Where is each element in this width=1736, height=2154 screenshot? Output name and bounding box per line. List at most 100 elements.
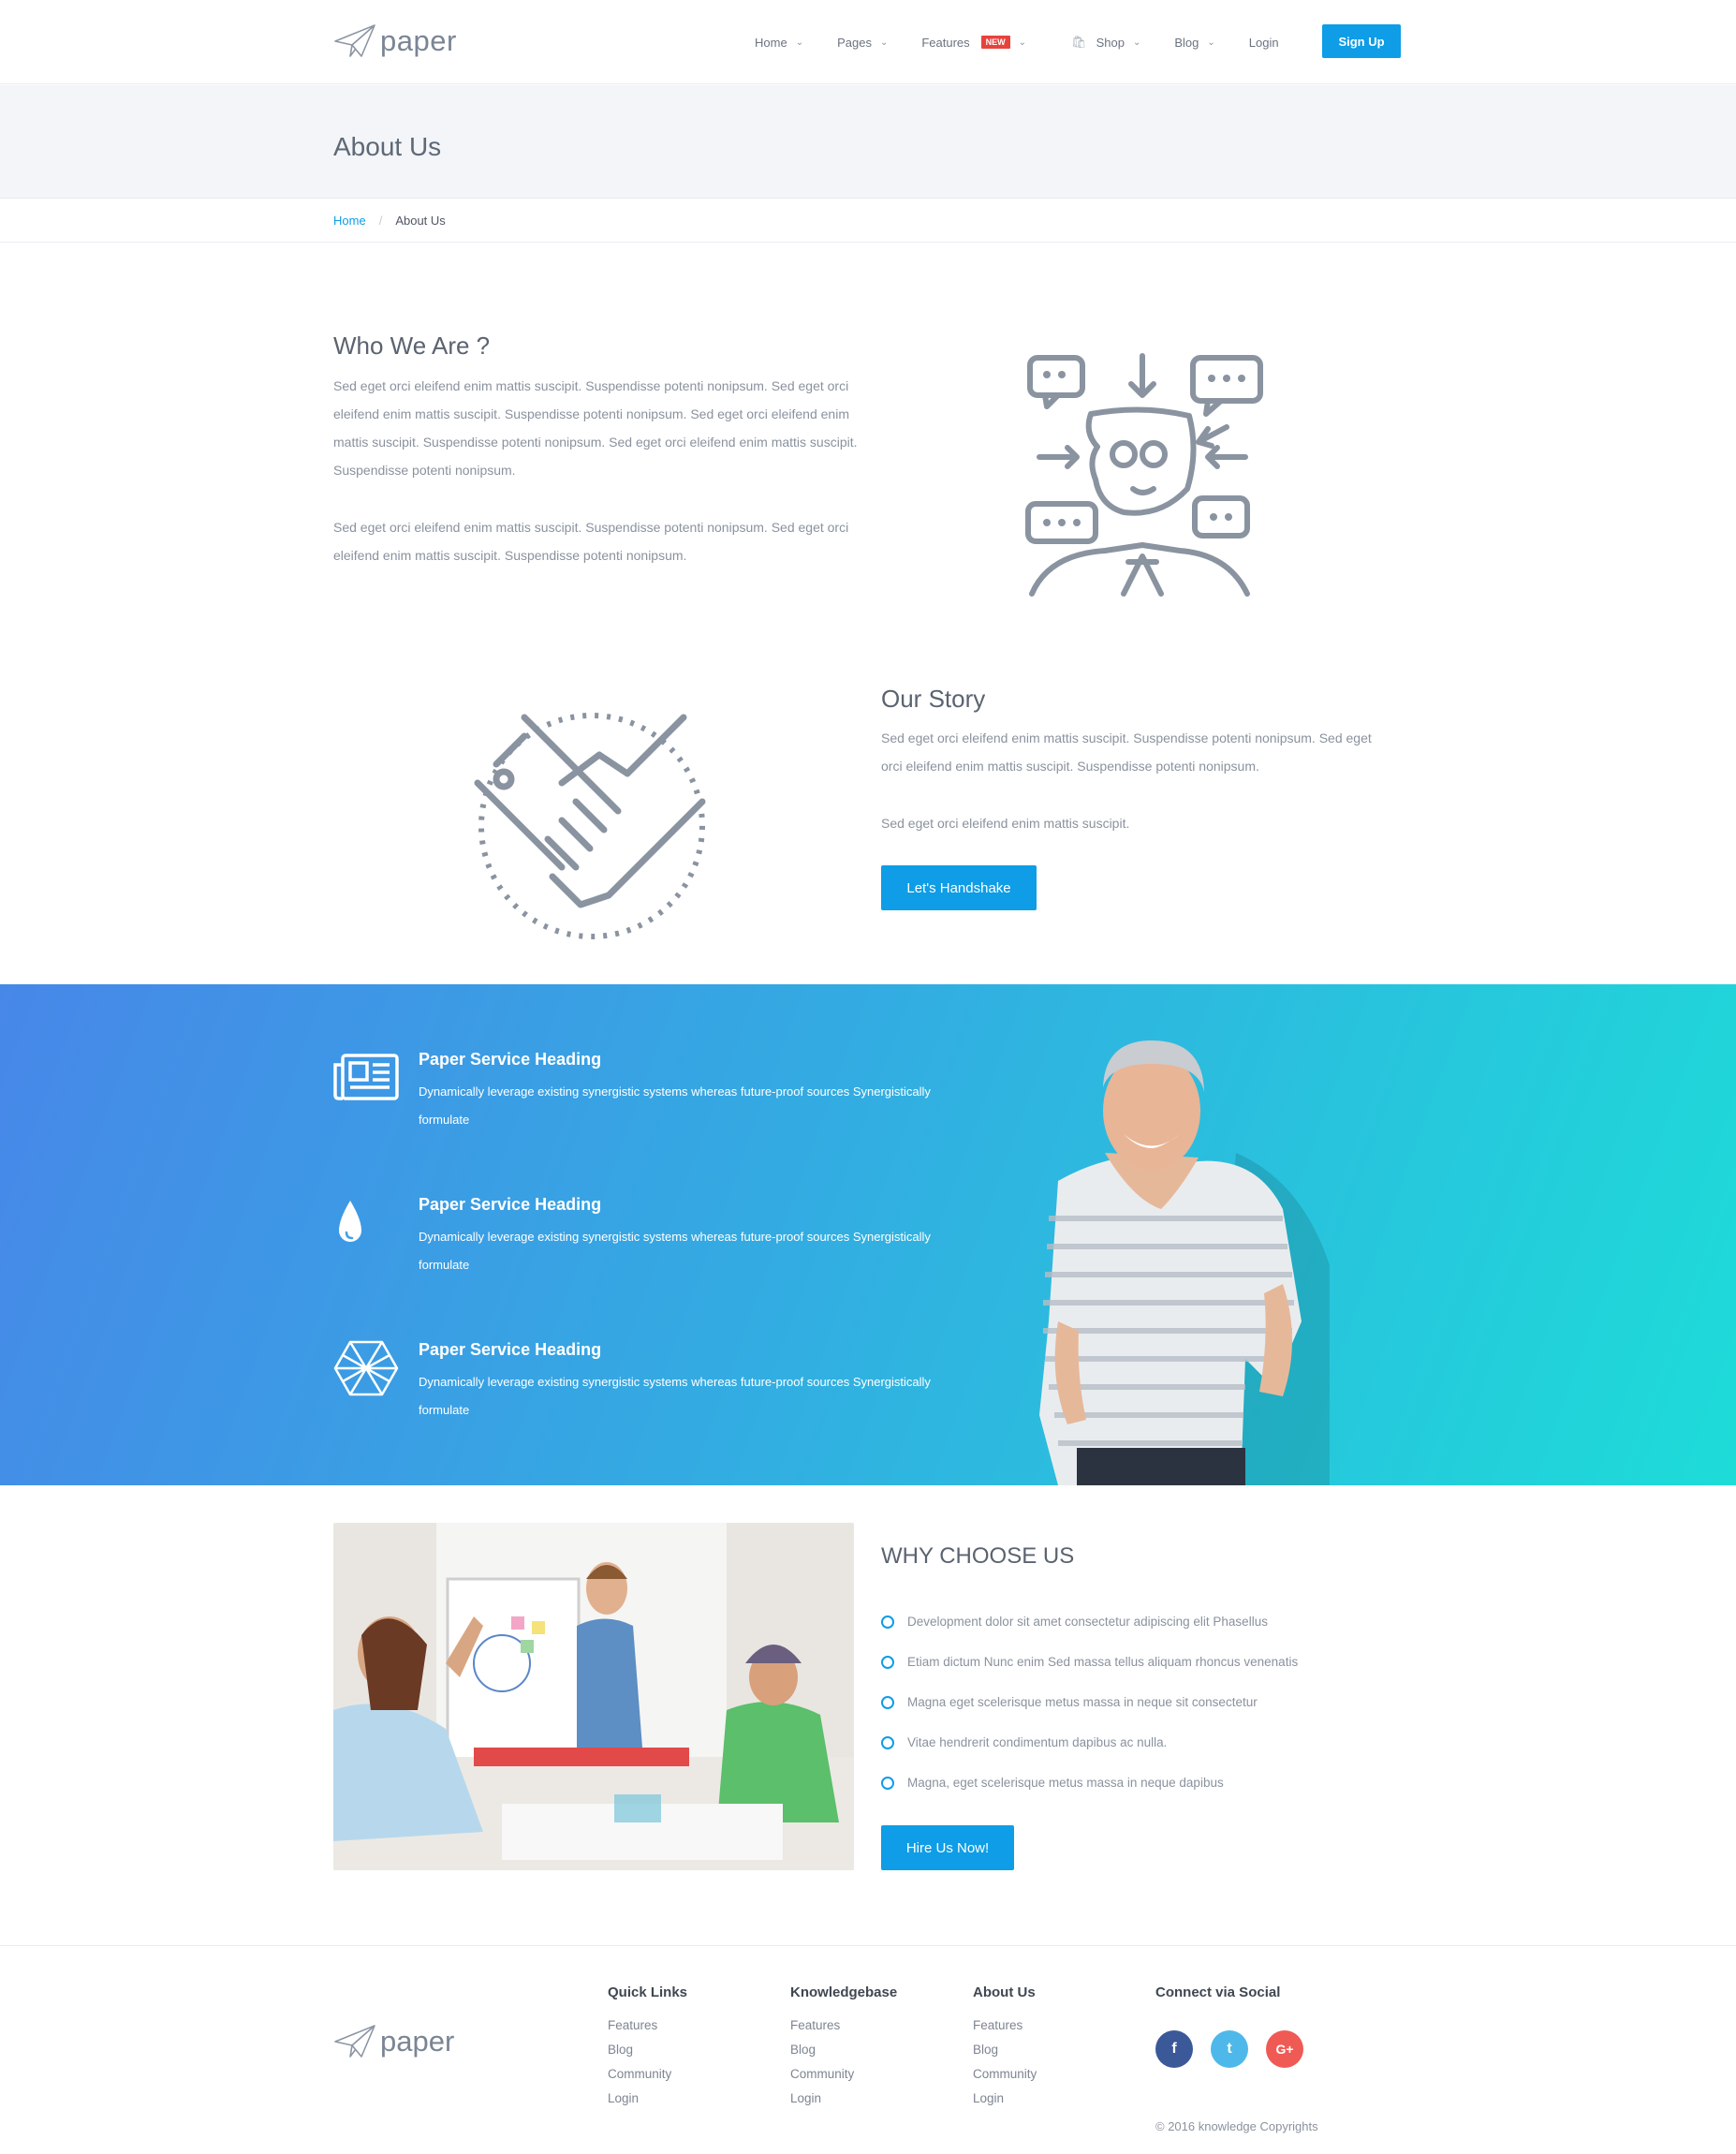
service-title: Paper Service Heading — [419, 1195, 602, 1214]
footer-column-quick-links: Quick Links Features Blog Community Logi… — [608, 1984, 687, 2111]
main-nav: Home ⌄ Pages ⌄ Features NEW ⌄ 🛍 Shop ⌄ Blog ⌄ L… — [755, 24, 1313, 60]
list-item-text: Etiam dictum Nunc enim Sed massa tellus … — [907, 1655, 1299, 1669]
team-meeting-image — [333, 1523, 854, 1870]
our-story-paragraph-2: Sed eget orci eleifend enim mattis susci… — [881, 816, 1130, 831]
breadcrumb-current: About Us — [395, 214, 446, 228]
chevron-down-icon: ⌄ — [795, 37, 804, 48]
footer-link[interactable]: Features — [790, 2014, 897, 2038]
list-item-text: Vitae hendrerit condimentum dapibus ac n… — [907, 1735, 1168, 1749]
brainstorm-illustration-icon — [1025, 353, 1263, 597]
footer-link[interactable]: Login — [973, 2087, 1037, 2111]
service-title: Paper Service Heading — [419, 1050, 602, 1069]
list-item: Development dolor sit amet consectetur a… — [881, 1601, 1298, 1642]
page-header: About Us — [0, 85, 1736, 199]
breadcrumb: Home / About Us — [0, 199, 1736, 243]
footer-link[interactable]: Community — [608, 2062, 687, 2087]
hire-us-button[interactable]: Hire Us Now! — [881, 1825, 1014, 1870]
why-choose-us-heading: WHY CHOOSE US — [881, 1543, 1075, 1569]
circle-bullet-icon — [881, 1615, 894, 1629]
list-item-text: Magna, eget scelerisque metus massa in n… — [907, 1776, 1224, 1790]
our-story-paragraph: Sed eget orci eleifend enim mattis susci… — [881, 730, 1372, 774]
service-description: Dynamically leverage existing synergisti… — [419, 1375, 931, 1417]
service-description: Dynamically leverage existing synergisti… — [419, 1084, 931, 1127]
who-we-are-heading: Who We Are ? — [333, 332, 491, 360]
nav-label: Shop — [1096, 35, 1125, 50]
footer-link[interactable]: Community — [790, 2062, 897, 2087]
breadcrumb-home-link[interactable]: Home — [333, 214, 366, 228]
brand-name: paper — [380, 24, 457, 57]
nav-label: Home — [755, 35, 787, 50]
copyright-text: © 2016 knowledge Copyrights — [1155, 2119, 1318, 2133]
services-section: Paper Service Heading Dynamically levera… — [0, 984, 1736, 1485]
footer-link[interactable]: Features — [608, 2014, 687, 2038]
list-item: Etiam dictum Nunc enim Sed massa tellus … — [881, 1642, 1298, 1682]
footer-column-title: Knowledgebase — [790, 1984, 898, 2000]
nav-item-login[interactable]: Login — [1249, 24, 1279, 60]
list-item-text: Magna eget scelerisque metus massa in ne… — [907, 1695, 1258, 1709]
smiling-man-photo — [1039, 1040, 1330, 1485]
shopping-bag-icon: 🛍 — [1071, 35, 1087, 49]
footer-link[interactable]: Login — [790, 2087, 897, 2111]
footer-column-knowledgebase: Knowledgebase Features Blog Community Lo… — [790, 1984, 897, 2111]
newspaper-icon — [333, 1054, 399, 1100]
footer-link[interactable]: Features — [973, 2014, 1037, 2038]
list-item: Magna eget scelerisque metus massa in ne… — [881, 1682, 1298, 1722]
nav-item-blog[interactable]: Blog ⌄ — [1174, 24, 1214, 60]
circle-bullet-icon — [881, 1735, 894, 1749]
nav-label: Features — [921, 35, 970, 50]
who-we-are-paragraph-2: Sed eget orci eleifend enim mattis susci… — [333, 520, 849, 563]
circle-bullet-icon — [881, 1695, 894, 1709]
why-choose-us-list: Development dolor sit amet consectetur a… — [881, 1601, 1298, 1803]
circle-bullet-icon — [881, 1655, 894, 1669]
footer-column-title: Quick Links — [608, 1984, 688, 2000]
handshake-illustration-icon — [474, 713, 706, 939]
list-item-text: Development dolor sit amet consectetur a… — [907, 1615, 1268, 1629]
top-navbar: paper Home ⌄ Pages ⌄ Features NEW ⌄ 🛍 Shop ⌄ B… — [0, 0, 1736, 84]
breadcrumb-separator: / — [378, 214, 383, 228]
sign-up-button[interactable]: Sign Up — [1322, 24, 1401, 58]
footer-logo[interactable]: paper — [333, 2023, 454, 2060]
nav-item-shop[interactable]: 🛍 Shop ⌄ — [1071, 24, 1140, 60]
paper-plane-icon — [334, 2025, 375, 2058]
brand-logo[interactable]: paper — [333, 22, 457, 60]
nav-item-pages[interactable]: Pages ⌄ — [837, 24, 888, 60]
facebook-icon[interactable]: f — [1155, 2030, 1193, 2068]
twitter-icon[interactable]: t — [1211, 2030, 1248, 2068]
list-item: Magna, eget scelerisque metus massa in n… — [881, 1763, 1298, 1803]
nav-label: Blog — [1174, 35, 1199, 50]
social-links: f t G+ — [1155, 2030, 1303, 2068]
footer-link[interactable]: Blog — [790, 2038, 897, 2062]
hexagon-icon — [333, 1340, 399, 1396]
footer-column-title: About Us — [973, 1984, 1036, 2000]
footer-link[interactable]: Blog — [608, 2038, 687, 2062]
footer-column-title: Connect via Social — [1155, 1984, 1281, 2000]
footer-link[interactable]: Login — [608, 2087, 687, 2111]
service-title: Paper Service Heading — [419, 1340, 602, 1359]
lets-handshake-button[interactable]: Let's Handshake — [881, 865, 1037, 910]
page-title: About Us — [333, 132, 442, 161]
paper-plane-icon — [334, 24, 375, 57]
new-badge: NEW — [980, 36, 1010, 49]
service-description: Dynamically leverage existing synergisti… — [419, 1230, 931, 1272]
chevron-down-icon: ⌄ — [1132, 37, 1141, 48]
footer: paper Quick Links Features Blog Communit… — [0, 1945, 1736, 2154]
list-item: Vitae hendrerit condimentum dapibus ac n… — [881, 1722, 1298, 1763]
circle-bullet-icon — [881, 1776, 894, 1790]
nav-label: Pages — [837, 35, 872, 50]
chevron-down-icon: ⌄ — [1207, 37, 1215, 48]
chevron-down-icon: ⌄ — [879, 37, 889, 48]
nav-label: Login — [1248, 35, 1279, 50]
footer-brand-name: paper — [380, 2025, 455, 2058]
team-meeting-photo — [333, 1523, 854, 1870]
our-story-heading: Our Story — [881, 685, 986, 713]
footer-column-social: Connect via Social — [1155, 1984, 1280, 2014]
google-plus-icon[interactable]: G+ — [1266, 2030, 1303, 2068]
drop-icon — [339, 1201, 361, 1242]
footer-link[interactable]: Community — [973, 2062, 1037, 2087]
nav-item-home[interactable]: Home ⌄ — [755, 24, 803, 60]
footer-link[interactable]: Blog — [973, 2038, 1037, 2062]
chevron-down-icon: ⌄ — [1018, 37, 1027, 48]
nav-item-features[interactable]: Features NEW ⌄ — [921, 24, 1026, 60]
footer-column-about-us: About Us Features Blog Community Login — [973, 1984, 1037, 2111]
who-we-are-paragraph: Sed eget orci eleifend enim mattis susci… — [333, 378, 858, 478]
